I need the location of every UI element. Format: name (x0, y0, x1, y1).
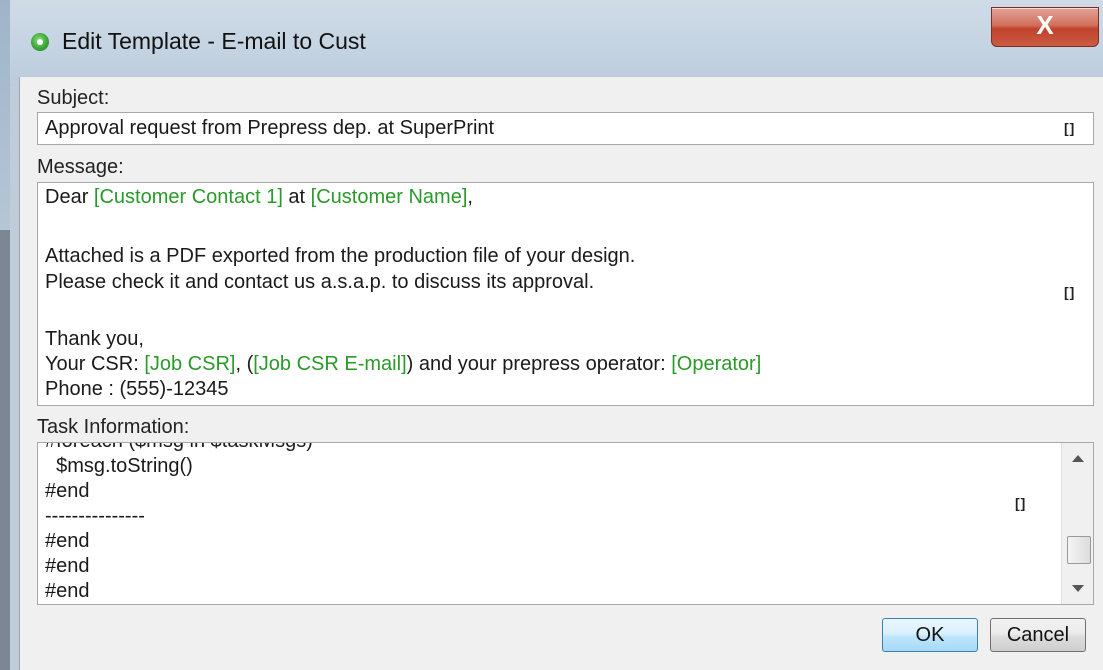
task-info-scrollbar[interactable] (1061, 443, 1093, 604)
task-info-line: #end (45, 580, 90, 602)
title-bar[interactable]: Edit Template - E-mail to Cust X (10, 0, 1103, 86)
message-line-body-1: Attached is a PDF exported from the prod… (45, 245, 636, 267)
task-info-expand-button[interactable]: [] (1015, 495, 1026, 511)
subject-field[interactable]: Approval request from Prepress dep. at S… (37, 112, 1094, 145)
message-text: at (282, 186, 311, 208)
window-frame: Edit Template - E-mail to Cust X Subject… (0, 0, 1103, 670)
message-text: Your CSR: (45, 353, 145, 375)
cancel-button[interactable]: Cancel (990, 618, 1086, 652)
task-info-line: #end (45, 530, 90, 552)
variable-job-csr: [Job CSR] (144, 353, 236, 375)
subject-value: Approval request from Prepress dep. at S… (45, 117, 495, 139)
scroll-up-icon[interactable] (1072, 455, 1084, 462)
variable-customer-contact: [Customer Contact 1] (93, 186, 283, 208)
message-text: , ( (235, 353, 254, 375)
background-window-edge-dark (0, 230, 10, 670)
app-icon (31, 33, 49, 51)
task-info-label: Task Information: (37, 416, 190, 438)
scroll-down-icon[interactable] (1072, 585, 1084, 592)
message-text: , (467, 186, 473, 208)
task-info-line: $msg.toString() (45, 455, 193, 477)
close-button[interactable]: X (991, 7, 1099, 47)
window-title: Edit Template - E-mail to Cust (62, 28, 366, 54)
task-info-line: --------------- (45, 505, 145, 527)
task-info-line: #end (45, 555, 90, 577)
scrollbar-thumb[interactable] (1067, 536, 1091, 564)
ok-button[interactable]: OK (882, 618, 978, 652)
message-line-signature: Your CSR: [Job CSR], ([Job CSR E-mail]) … (45, 353, 761, 376)
message-line-greeting: Dear [Customer Contact 1] at [Customer N… (45, 186, 473, 209)
message-text: ) and your prepress operator: (406, 353, 672, 375)
subject-label: Subject: (37, 87, 110, 109)
message-text: Dear (45, 186, 94, 208)
variable-operator: [Operator] (671, 353, 762, 375)
background-window-edge (0, 0, 10, 670)
task-info-line: #end (45, 480, 90, 502)
dialog-content: Subject: Approval request from Prepress … (19, 77, 1103, 670)
message-line-phone: Phone : (555)-12345 (45, 378, 229, 400)
message-field[interactable]: Dear [Customer Contact 1] at [Customer N… (37, 182, 1094, 406)
message-line-body-2: Please check it and contact us a.s.a.p. … (45, 271, 595, 293)
message-label: Message: (37, 156, 124, 178)
variable-job-csr-email: [Job CSR E-mail] (253, 353, 407, 375)
subject-expand-button[interactable]: [] (1064, 120, 1075, 136)
message-expand-button[interactable]: [] (1064, 284, 1075, 300)
task-info-line: #foreach ($msg in $taskMsgs) (45, 443, 313, 453)
message-line-thanks: Thank you, (45, 328, 144, 350)
task-info-field[interactable]: #foreach ($msg in $taskMsgs) $msg.toStri… (37, 442, 1094, 605)
variable-customer-name: [Customer Name] (310, 186, 468, 208)
